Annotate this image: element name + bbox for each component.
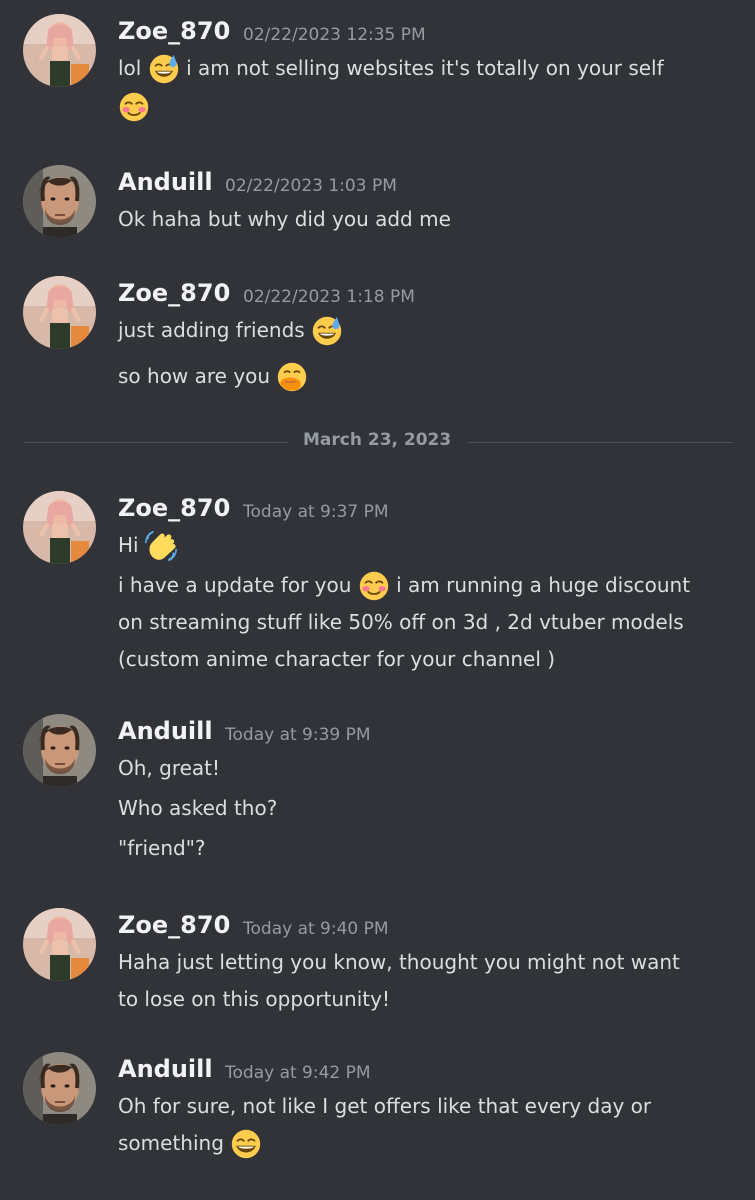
avatar[interactable] [23, 14, 96, 87]
divider-line-left [23, 442, 288, 443]
author-name[interactable]: Anduill [118, 717, 213, 745]
date-divider: March 23, 2023 [23, 430, 733, 450]
blush-emoji[interactable] [118, 91, 150, 123]
message-text: i am not selling websites it's totally o… [179, 56, 664, 80]
author-name[interactable]: Zoe_870 [118, 17, 230, 45]
message-timestamp[interactable]: 02/22/2023 1:03 PM [225, 176, 397, 196]
message-timestamp[interactable]: 02/22/2023 12:35 PM [243, 25, 426, 45]
date-divider-label: March 23, 2023 [303, 430, 452, 450]
waving-hand-emoji[interactable] [145, 530, 177, 562]
blush-emoji[interactable] [358, 570, 390, 602]
divider-line-right [468, 442, 733, 443]
message-text: just adding friends [118, 318, 312, 342]
message-text: "friend"? [118, 836, 206, 860]
message-text: i am running a huge discount [389, 573, 691, 597]
message-content: "friend"? [118, 836, 206, 860]
message-text: on streaming stuff like 50% off on 3d , … [118, 610, 684, 634]
message-content: Oh, great! [118, 756, 220, 780]
message-timestamp[interactable]: 02/22/2023 1:18 PM [243, 287, 415, 307]
message-timestamp[interactable]: Today at 9:37 PM [243, 502, 389, 522]
hand-over-mouth-emoji[interactable] [276, 361, 308, 393]
message-content: lol i am not selling websites it's total… [118, 54, 664, 83]
message-timestamp[interactable]: Today at 9:40 PM [243, 919, 389, 939]
author-name[interactable]: Anduill [118, 168, 213, 196]
sweat-smile-emoji[interactable] [148, 53, 180, 85]
message-content: Haha just letting you know, thought you … [118, 950, 680, 974]
author-name[interactable]: Zoe_870 [118, 279, 230, 307]
author-name[interactable]: Zoe_870 [118, 494, 230, 522]
grin-emoji[interactable] [230, 1128, 262, 1160]
message-content: Hi [118, 530, 177, 561]
message-content: (custom anime character for your channel… [118, 647, 555, 671]
message-text: i have a update for you [118, 573, 358, 597]
message-content: Ok haha but why did you add me [118, 207, 451, 231]
message-content: i have a update for you i am running a h… [118, 571, 691, 600]
message-content: something [118, 1129, 262, 1158]
message-content [118, 92, 150, 121]
message-text: to lose on this opportunity! [118, 987, 390, 1011]
avatar[interactable] [23, 714, 96, 787]
avatar[interactable] [23, 276, 96, 349]
avatar[interactable] [23, 1052, 96, 1125]
message-text: Hi [118, 533, 145, 557]
message-content: Oh for sure, not like I get offers like … [118, 1094, 651, 1118]
message-text: Haha just letting you know, thought you … [118, 950, 680, 974]
message-text: Oh for sure, not like I get offers like … [118, 1094, 652, 1118]
message-content: on streaming stuff like 50% off on 3d , … [118, 610, 684, 634]
message-content: to lose on this opportunity! [118, 987, 390, 1011]
message-timestamp[interactable]: Today at 9:39 PM [225, 725, 371, 745]
message-text: Who asked tho? [118, 796, 278, 820]
avatar[interactable] [23, 165, 96, 238]
message-text: something [118, 1131, 231, 1155]
message-text: Oh, great! [118, 756, 221, 780]
author-name[interactable]: Zoe_870 [118, 911, 230, 939]
message-text: so how are you [118, 364, 277, 388]
message-text: Ok haha but why did you add me [118, 207, 451, 231]
message-text: lol [118, 56, 148, 80]
message-content: so how are you [118, 362, 308, 391]
message-content: Who asked tho? [118, 796, 277, 820]
author-name[interactable]: Anduill [118, 1055, 213, 1083]
avatar[interactable] [23, 491, 96, 564]
message-timestamp[interactable]: Today at 9:42 PM [225, 1063, 371, 1083]
avatar[interactable] [23, 908, 96, 981]
message-content: just adding friends [118, 316, 343, 345]
sweat-smile-emoji[interactable] [311, 315, 343, 347]
message-text: (custom anime character for your channel… [118, 647, 556, 671]
